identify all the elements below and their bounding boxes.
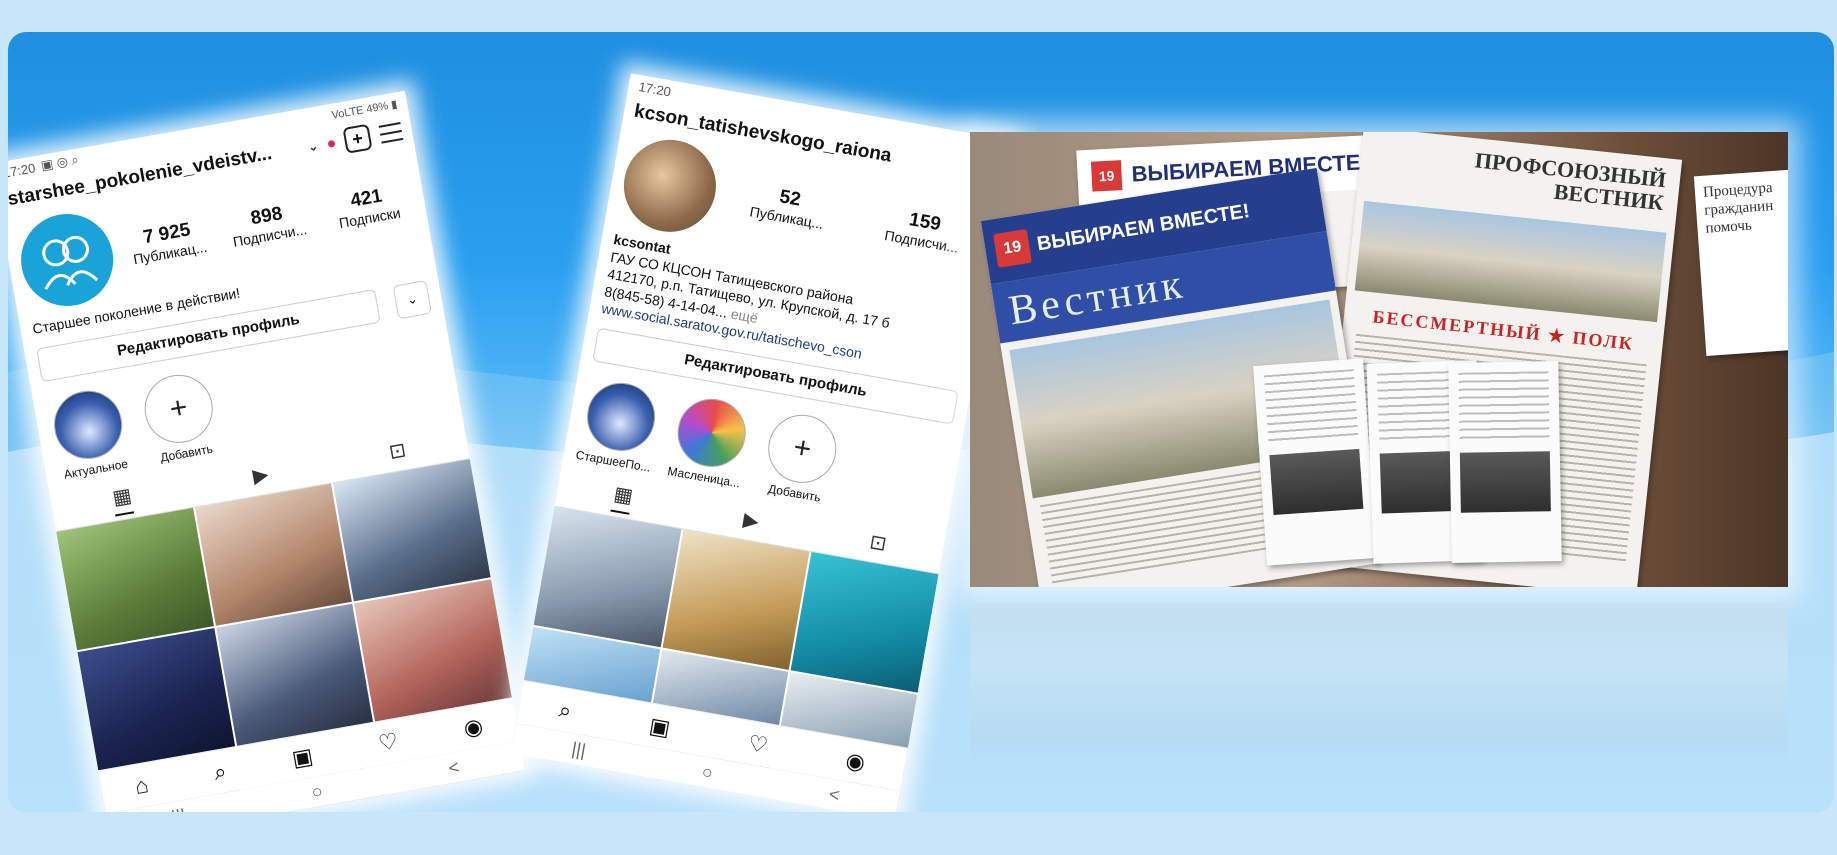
election-badge: 19 [993, 228, 1032, 268]
highlight-item[interactable]: Масленица... [665, 392, 755, 490]
profile-icon[interactable]: ◉ [844, 747, 867, 776]
heart-icon[interactable]: ♡ [746, 730, 770, 759]
home-button[interactable]: ○ [700, 761, 714, 784]
highlight-item[interactable]: СтаршееПо... [575, 376, 665, 474]
grid-icon[interactable]: ▦ [611, 480, 636, 515]
back-button[interactable]: < [447, 756, 461, 779]
post-thumbnail[interactable] [791, 551, 939, 693]
stat-followers[interactable]: 159 Подписчи... [859, 201, 989, 260]
heart-icon[interactable]: ♡ [376, 728, 400, 757]
home-button[interactable]: ○ [310, 780, 324, 803]
hamburger-icon[interactable] [378, 122, 404, 144]
highlight-label: СтаршееПо... [574, 447, 652, 475]
avatar[interactable] [13, 206, 121, 314]
notice-sheet: Процедура гражданин помочь [1693, 168, 1788, 356]
plus-icon: + [762, 408, 842, 488]
post-thumbnail[interactable] [77, 627, 235, 770]
chevron-down-icon[interactable]: ⌄ [392, 279, 432, 319]
search-icon[interactable]: ⌕ [557, 696, 573, 724]
home-icon[interactable]: ⌂ [133, 772, 151, 800]
highlight-label: Масленица... [666, 463, 742, 490]
stat-posts[interactable]: 52 Публикац... [724, 177, 854, 236]
post-thumbnail[interactable] [354, 578, 512, 722]
leaflet [1448, 361, 1562, 563]
post-thumbnail[interactable] [662, 528, 810, 670]
photo-reflection [970, 602, 1788, 762]
leaflet [1253, 358, 1377, 566]
chevron-down-icon[interactable]: ⌄ [307, 139, 319, 155]
stat-following[interactable]: 421 Подписки [321, 181, 416, 234]
back-button[interactable]: < [827, 783, 842, 806]
tagged-icon[interactable]: ⊡ [387, 437, 408, 465]
newspapers-photo: 19 ВЫБИРАЕМ ВМЕСТЕ! ПРОФСОЮЗНЫЙ ВЕСТНИК … [970, 132, 1788, 587]
add-highlight-button[interactable]: + Добавить [135, 368, 225, 466]
election-badge: 19 [1090, 160, 1123, 192]
recent-apps-button[interactable]: ||| [170, 805, 187, 812]
plus-icon: + [139, 369, 219, 448]
post-thumbnail[interactable] [215, 603, 374, 746]
highlight-item[interactable]: Актуальное [45, 384, 135, 482]
grid-icon[interactable]: ▦ [110, 482, 135, 516]
reels-icon[interactable]: ▣ [290, 743, 315, 772]
highlight-label: Добавить [767, 481, 822, 505]
slide-background: 17:20 ▣ ◎ ⌕ VoLTE 49% ▮ starshee_pokolen… [8, 32, 1834, 812]
profile-icon[interactable]: ◉ [462, 713, 485, 742]
leaflet-text [1458, 371, 1550, 443]
notice-text: Процедура гражданин помочь [1702, 179, 1774, 237]
recent-apps-button[interactable]: ||| [570, 738, 587, 761]
add-highlight-button[interactable]: + Добавить [756, 408, 846, 506]
highlight-cover [581, 377, 661, 456]
post-thumbnail[interactable] [56, 507, 214, 650]
avatar[interactable] [616, 132, 724, 240]
stat-posts[interactable]: 7 925 Публикац... [121, 216, 216, 269]
tagged-icon[interactable]: ⊡ [868, 529, 889, 557]
elderly-couple-icon [42, 235, 99, 290]
search-icon[interactable]: ⌕ [212, 758, 229, 786]
plus-square-icon[interactable]: + [342, 123, 373, 154]
status-time: 17:20 [8, 159, 37, 181]
reels-tab-icon[interactable]: ▶ [251, 461, 270, 488]
notification-dot [327, 139, 336, 148]
reels-tab-icon[interactable]: ▶ [741, 506, 761, 533]
leaflet-text [1263, 369, 1359, 446]
post-thumbnail[interactable] [333, 458, 491, 601]
post-thumbnail[interactable] [533, 506, 682, 647]
highlight-cover [672, 392, 752, 472]
post-thumbnail[interactable] [194, 483, 353, 626]
status-time: 17:20 [637, 78, 673, 99]
reels-icon[interactable]: ▣ [647, 712, 672, 741]
highlight-cover [48, 384, 128, 464]
leaflet-image [1459, 451, 1551, 513]
leaflet-image [1269, 448, 1364, 516]
stat-followers[interactable]: 898 Подписчи... [221, 198, 316, 251]
